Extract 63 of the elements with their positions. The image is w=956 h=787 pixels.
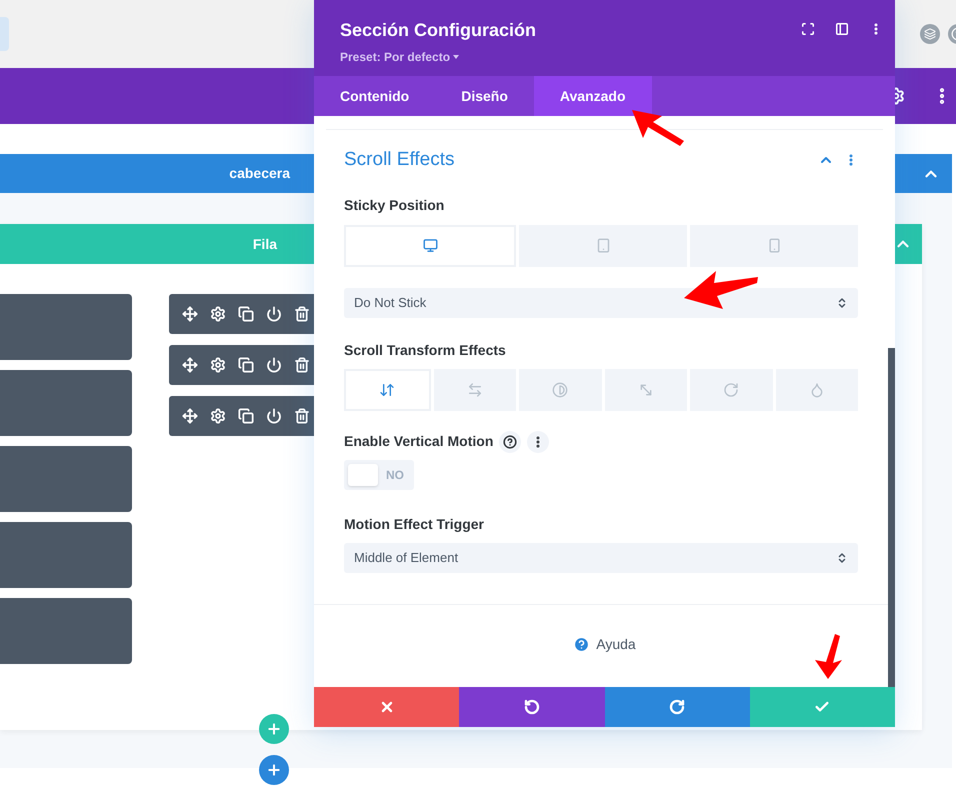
help-link[interactable]: Ayuda: [573, 634, 636, 654]
duplicate-icon[interactable]: [238, 357, 254, 373]
modal-title: Sección Configuración: [340, 19, 536, 42]
select-arrows-icon: [836, 296, 848, 308]
trash-icon[interactable]: [294, 408, 310, 424]
annotation-arrow: [632, 110, 684, 146]
field-label: Scroll Transform Effects: [344, 340, 507, 360]
layers-button[interactable]: [920, 24, 940, 44]
help-icon: [573, 636, 590, 652]
move-icon[interactable]: [182, 357, 198, 373]
field-label: Motion Effect Trigger: [344, 514, 485, 534]
move-icon[interactable]: [182, 408, 198, 424]
settings-icon[interactable]: [210, 408, 226, 424]
move-icon[interactable]: [182, 306, 198, 322]
duplicate-icon[interactable]: [238, 408, 254, 424]
power-icon[interactable]: [266, 408, 282, 424]
layers-icon: [924, 28, 936, 40]
duplicate-icon[interactable]: [238, 306, 254, 322]
section-label: cabecera: [229, 164, 290, 183]
phone-icon: [766, 238, 782, 253]
annotation-arrow: [815, 634, 842, 679]
diagonal-arrow-icon: [638, 382, 654, 398]
more-button[interactable]: [527, 430, 550, 452]
tab[interactable]: Contenido: [314, 76, 436, 116]
panel-icon[interactable]: [835, 22, 849, 36]
half-circle-icon: [552, 382, 568, 398]
toggle-knob: [348, 464, 378, 486]
select-value: Middle of Element: [354, 548, 458, 567]
rotate-icon: [723, 382, 740, 398]
plus-icon: [266, 762, 282, 778]
tab[interactable]: Avanzado: [534, 76, 652, 116]
select-value: Do Not Stick: [354, 294, 426, 312]
redo-icon: [669, 699, 686, 715]
add-section-button[interactable]: [259, 755, 289, 785]
sticky-select[interactable]: Do Not Stick: [344, 288, 858, 318]
group-title: Scroll Effects: [344, 148, 455, 172]
desktop-icon: [422, 238, 438, 253]
trigger-select[interactable]: Middle of Element: [344, 542, 858, 572]
droplet-icon: [808, 382, 825, 398]
preset-dropdown[interactable]: Preset: Por defecto: [340, 48, 536, 66]
tab[interactable]: Diseño: [435, 76, 534, 116]
undo-icon: [524, 699, 540, 715]
tablet-icon: [596, 238, 610, 253]
toggle-state: NO: [386, 466, 404, 484]
question-icon: [503, 434, 518, 448]
scrollbar[interactable]: [888, 348, 895, 687]
trash-icon[interactable]: [294, 357, 310, 373]
trash-icon[interactable]: [294, 306, 310, 322]
fullscreen-icon[interactable]: [801, 22, 815, 36]
settings-icon[interactable]: [210, 306, 226, 322]
field-label: Enable Vertical Motion: [344, 432, 494, 451]
vertical-arrows-icon: [379, 382, 396, 398]
add-row-button[interactable]: [259, 714, 289, 744]
settings-icon[interactable]: [210, 357, 226, 373]
help-button[interactable]: [499, 430, 522, 452]
power-icon[interactable]: [266, 306, 282, 322]
plus-icon: [266, 721, 282, 737]
select-arrows-icon: [836, 552, 848, 564]
power-icon[interactable]: [266, 357, 282, 373]
horizontal-arrows-icon: [466, 382, 483, 398]
row-label: Fila: [252, 234, 277, 254]
caret-icon: [453, 55, 460, 59]
field-label: Sticky Position: [344, 196, 446, 215]
